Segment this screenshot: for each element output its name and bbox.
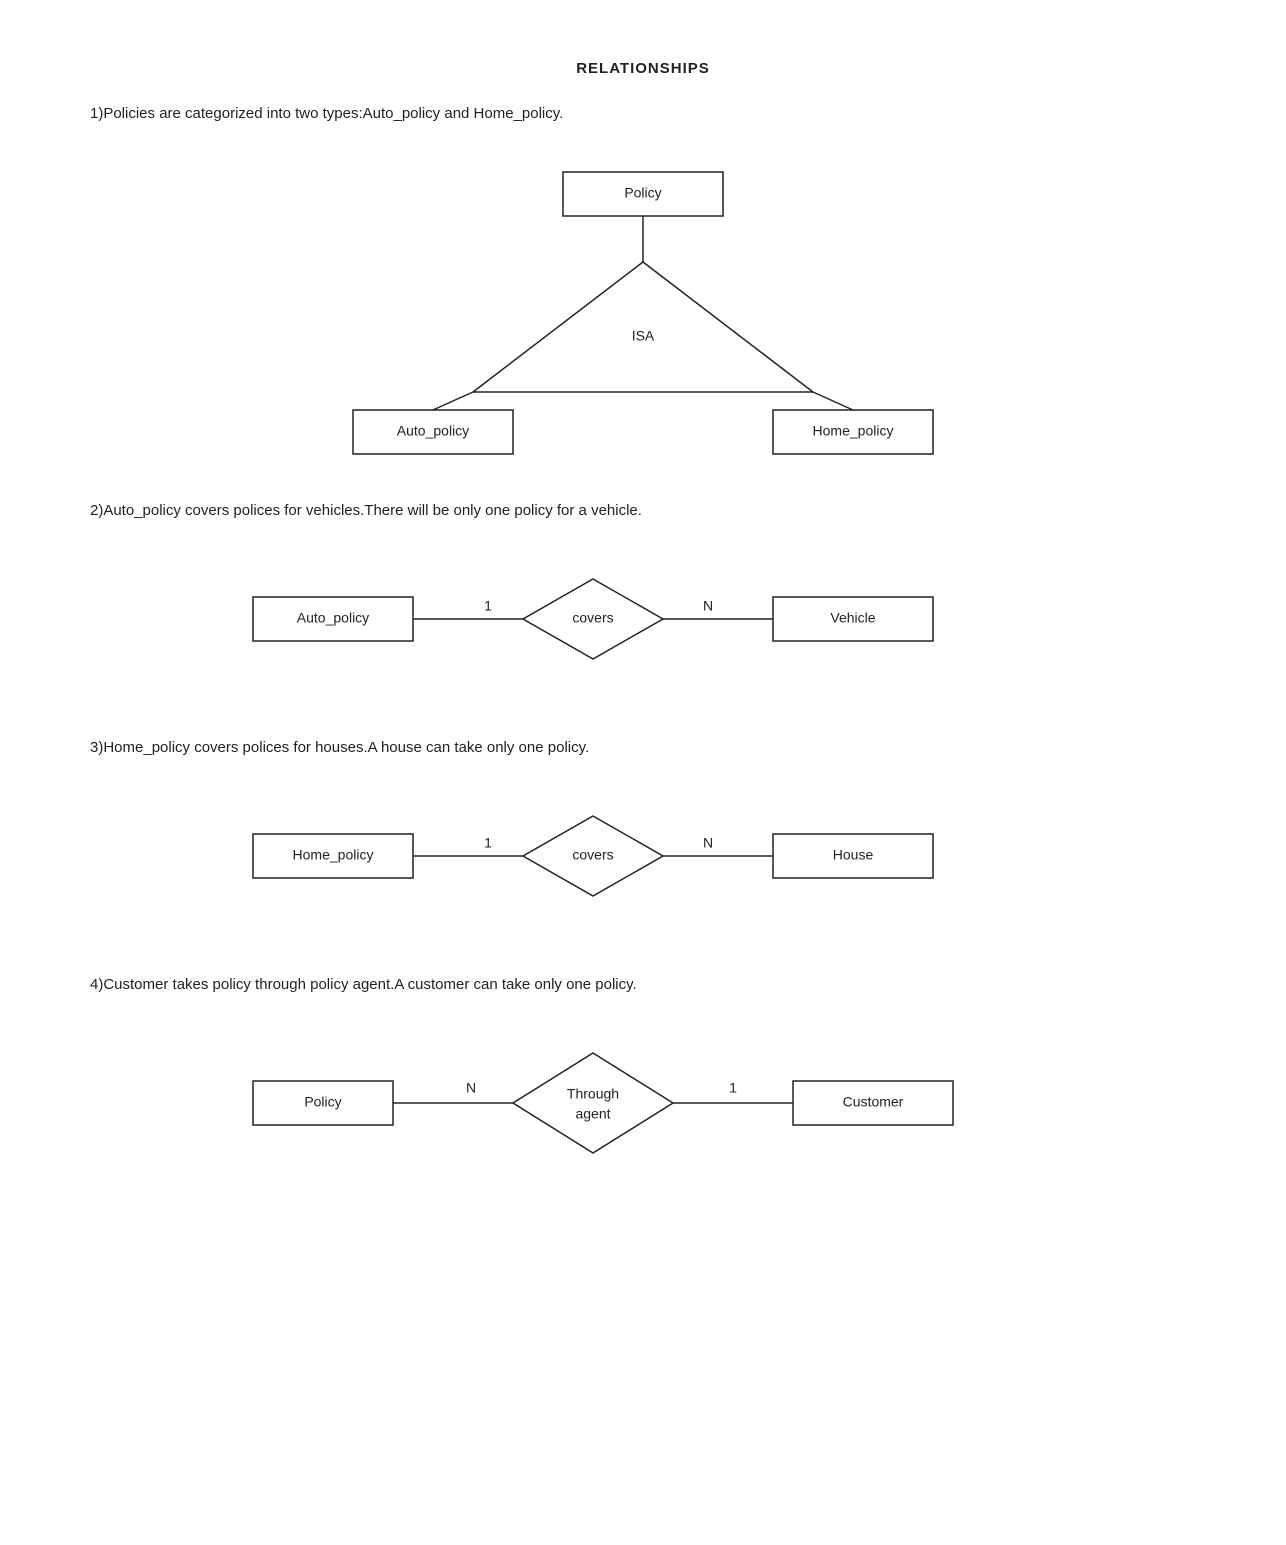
- through-agent-diagram: Policy Through agent N 1 Customer: [193, 1023, 1093, 1183]
- line-isa-home: [813, 392, 853, 410]
- home-policy-label: Home_policy: [813, 423, 894, 439]
- card-n-right1: N: [703, 598, 713, 614]
- card-1-left1: 1: [484, 598, 492, 614]
- section-1: 1)Policies are categorized into two type…: [80, 105, 1206, 452]
- auto-policy-label: Auto_policy: [397, 423, 469, 439]
- desc-2: 2)Auto_policy covers polices for vehicle…: [90, 502, 1206, 519]
- vehicle-label: Vehicle: [830, 610, 875, 626]
- page-title: RELATIONSHIPS: [80, 60, 1206, 77]
- home-policy-label2: Home_policy: [293, 847, 374, 863]
- section-2: 2)Auto_policy covers polices for vehicle…: [80, 502, 1206, 689]
- policy-label: Policy: [624, 185, 661, 201]
- through-label1: Through: [567, 1086, 619, 1102]
- line-isa-auto: [433, 392, 473, 410]
- policy-label2: Policy: [304, 1094, 341, 1110]
- house-label: House: [833, 847, 874, 863]
- isa-diagram: Policy ISA Auto_policy Home_policy: [293, 152, 993, 452]
- desc-4: 4)Customer takes policy through policy a…: [90, 976, 1206, 993]
- card-n-right2: N: [703, 835, 713, 851]
- auto-covers-diagram: Auto_policy covers 1 N Vehicle: [193, 549, 1093, 689]
- through-label2: agent: [575, 1106, 610, 1122]
- covers-label1: covers: [572, 610, 613, 626]
- desc-1: 1)Policies are categorized into two type…: [90, 105, 1206, 122]
- auto-policy-label2: Auto_policy: [297, 610, 369, 626]
- home-covers-diagram: Home_policy covers 1 N House: [193, 786, 1093, 926]
- through-diamond: [513, 1053, 673, 1153]
- card-1-left2: 1: [484, 835, 492, 851]
- covers-label2: covers: [572, 847, 613, 863]
- section-4: 4)Customer takes policy through policy a…: [80, 976, 1206, 1183]
- customer-label: Customer: [843, 1094, 904, 1110]
- isa-label: ISA: [632, 328, 655, 344]
- card-1-right4: 1: [729, 1080, 737, 1096]
- section-3: 3)Home_policy covers polices for houses.…: [80, 739, 1206, 926]
- card-n-left4: N: [466, 1080, 476, 1096]
- desc-3: 3)Home_policy covers polices for houses.…: [90, 739, 1206, 756]
